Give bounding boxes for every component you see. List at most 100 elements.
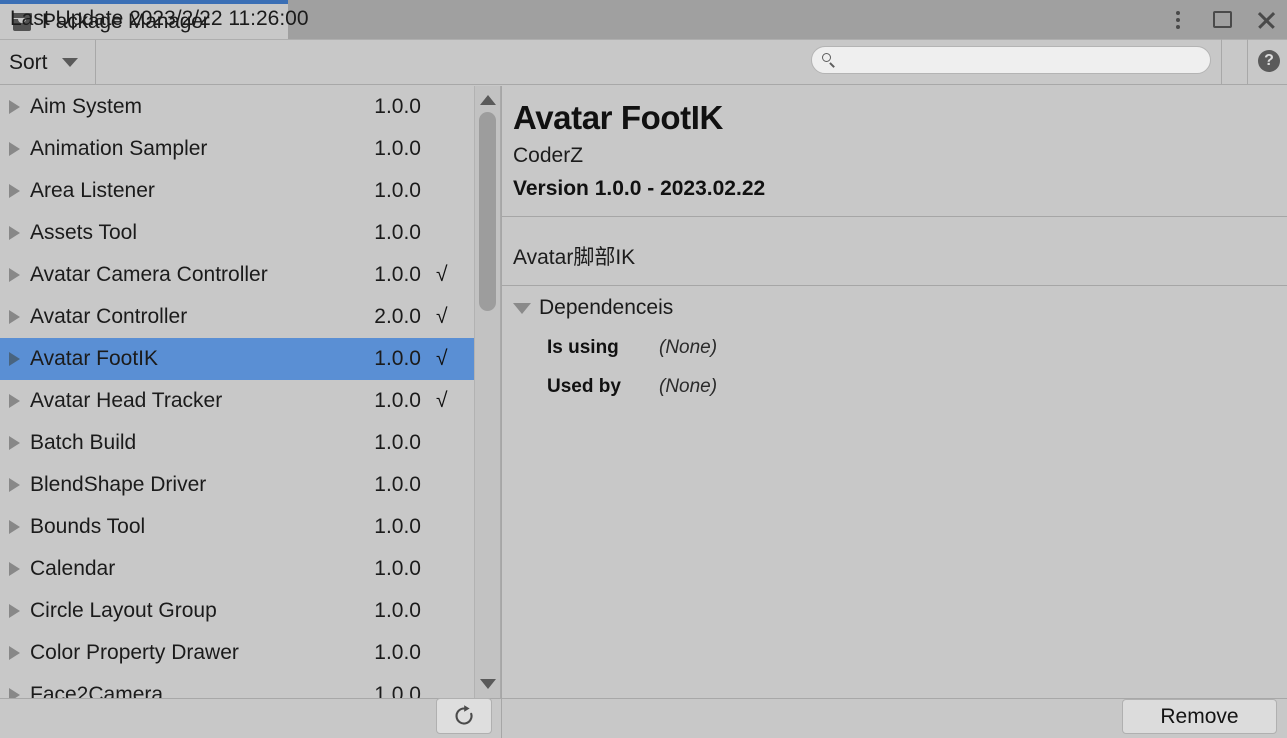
maximize-icon[interactable]: [1209, 7, 1235, 33]
package-version: 1.0.0: [374, 95, 421, 118]
package-list-item[interactable]: Area Listener 1.0.0: [0, 170, 474, 212]
detail-header: Avatar FootIK CoderZ Version 1.0.0 - 202…: [502, 86, 1287, 202]
package-list-item[interactable]: Face2Camera 1.0.0: [0, 674, 474, 698]
package-version: 1.0.0: [374, 347, 421, 370]
package-name: Color Property Drawer: [30, 641, 239, 664]
package-version: 1.0.0: [374, 179, 421, 202]
expand-arrow-icon[interactable]: [9, 436, 20, 450]
package-name: Avatar Camera Controller: [30, 263, 268, 286]
dependencies-section: Dependenceis Is using (None) Used by (No…: [502, 286, 1287, 398]
refresh-icon: [455, 705, 473, 725]
expand-arrow-icon[interactable]: [9, 394, 20, 408]
search-field[interactable]: [811, 46, 1211, 74]
dependency-key: Is using: [547, 337, 619, 358]
package-name: BlendShape Driver: [30, 473, 207, 496]
close-icon[interactable]: [1253, 7, 1279, 33]
dependency-row-is-using: Is using (None): [502, 337, 1287, 359]
status-bar: [0, 698, 1287, 738]
search-icon: [822, 52, 837, 68]
package-list-item[interactable]: Animation Sampler 1.0.0: [0, 128, 474, 170]
package-name: Avatar FootIK: [30, 347, 159, 370]
package-list-item[interactable]: Color Property Drawer 1.0.0: [0, 632, 474, 674]
package-version: 1.0.0: [374, 431, 421, 454]
help-icon[interactable]: ?: [1258, 50, 1280, 72]
package-name: Assets Tool: [30, 221, 137, 244]
kebab-menu-icon[interactable]: [1165, 7, 1191, 33]
package-list[interactable]: Aim System 1.0.0 Animation Sampler 1.0.0 Are…: [0, 86, 474, 698]
package-list-item[interactable]: BlendShape Driver 1.0.0: [0, 464, 474, 506]
installed-check-icon: √: [436, 305, 448, 328]
package-list-item[interactable]: Avatar FootIK 1.0.0 √: [0, 338, 474, 380]
package-name: Animation Sampler: [30, 137, 208, 160]
installed-check-icon: √: [436, 347, 448, 370]
dependency-row-used-by: Used by (None): [502, 376, 1287, 398]
expand-arrow-icon[interactable]: [9, 352, 20, 366]
package-version: 2.0.0: [374, 305, 421, 328]
package-version-line: Version 1.0.0 - 2023.02.22: [513, 177, 766, 200]
package-list-item[interactable]: Avatar Controller 2.0.0 √: [0, 296, 474, 338]
chevron-down-icon: [513, 302, 531, 314]
expand-arrow-icon[interactable]: [9, 100, 20, 114]
scroll-down-arrow-icon[interactable]: [480, 679, 496, 689]
package-name: Bounds Tool: [30, 515, 146, 538]
dependencies-heading: Dependenceis: [539, 296, 674, 319]
expand-arrow-icon[interactable]: [9, 520, 20, 534]
list-scrollbar[interactable]: [474, 86, 501, 698]
refresh-button[interactable]: [436, 698, 492, 734]
sort-label: Sort: [9, 50, 48, 74]
expand-arrow-icon[interactable]: [9, 646, 20, 660]
last-update-text: Last Update 2023/2/22 11:26:00: [10, 7, 309, 30]
expand-arrow-icon[interactable]: [9, 142, 20, 156]
remove-button[interactable]: Remove: [1122, 699, 1277, 734]
package-list-item[interactable]: Aim System 1.0.0: [0, 86, 474, 128]
package-list-item[interactable]: Batch Build 1.0.0: [0, 422, 474, 464]
package-version: 1.0.0: [374, 557, 421, 580]
package-version: 1.0.0: [374, 599, 421, 622]
dependency-key: Used by: [547, 376, 621, 397]
expand-arrow-icon[interactable]: [9, 184, 20, 198]
package-list-item[interactable]: Bounds Tool 1.0.0: [0, 506, 474, 548]
package-version: 1.0.0: [374, 263, 421, 286]
package-title: Avatar FootIK: [513, 99, 723, 136]
expand-arrow-icon[interactable]: [9, 478, 20, 492]
dependency-value: (None): [659, 337, 718, 358]
toolbar-divider-right: [1247, 39, 1248, 85]
chevron-down-icon: [61, 58, 78, 67]
installed-check-icon: √: [436, 389, 448, 412]
installed-check-icon: √: [436, 263, 448, 286]
toolbar-divider-left: [1221, 39, 1222, 85]
expand-arrow-icon[interactable]: [9, 604, 20, 618]
sort-dropdown[interactable]: Sort: [0, 40, 96, 85]
expand-arrow-icon[interactable]: [9, 562, 20, 576]
expand-arrow-icon[interactable]: [9, 688, 20, 698]
package-name: Area Listener: [30, 179, 155, 202]
scrollbar-thumb[interactable]: [479, 112, 496, 311]
package-version: 1.0.0: [374, 515, 421, 538]
expand-arrow-icon[interactable]: [9, 268, 20, 282]
dependency-value: (None): [659, 376, 718, 397]
package-description: Avatar脚部IK: [513, 246, 636, 269]
package-list-item[interactable]: Assets Tool 1.0.0: [0, 212, 474, 254]
scroll-up-arrow-icon[interactable]: [480, 95, 496, 105]
package-version: 1.0.0: [374, 641, 421, 664]
package-version: 1.0.0: [374, 683, 421, 698]
package-detail-panel: Avatar FootIK CoderZ Version 1.0.0 - 202…: [502, 86, 1287, 698]
package-version: 1.0.0: [374, 221, 421, 244]
search-input[interactable]: [843, 48, 1210, 72]
package-list-item[interactable]: Avatar Head Tracker 1.0.0 √: [0, 380, 474, 422]
package-version: 1.0.0: [374, 137, 421, 160]
expand-arrow-icon[interactable]: [9, 310, 20, 324]
package-name: Avatar Controller: [30, 305, 188, 328]
package-list-item[interactable]: Calendar 1.0.0: [0, 548, 474, 590]
package-author: CoderZ: [513, 144, 584, 167]
package-name: Aim System: [30, 95, 143, 118]
package-name: Avatar Head Tracker: [30, 389, 223, 412]
expand-arrow-icon[interactable]: [9, 226, 20, 240]
window-controls: [1165, 0, 1279, 39]
package-manager-window: Package Manager Sort ? Aim System 1.0.0 An…: [0, 0, 1287, 738]
package-version: 1.0.0: [374, 473, 421, 496]
package-name: Calendar: [30, 557, 116, 580]
package-list-item[interactable]: Avatar Camera Controller 1.0.0 √: [0, 254, 474, 296]
package-list-item[interactable]: Circle Layout Group 1.0.0: [0, 590, 474, 632]
dependencies-toggle[interactable]: Dependenceis: [502, 296, 1287, 320]
